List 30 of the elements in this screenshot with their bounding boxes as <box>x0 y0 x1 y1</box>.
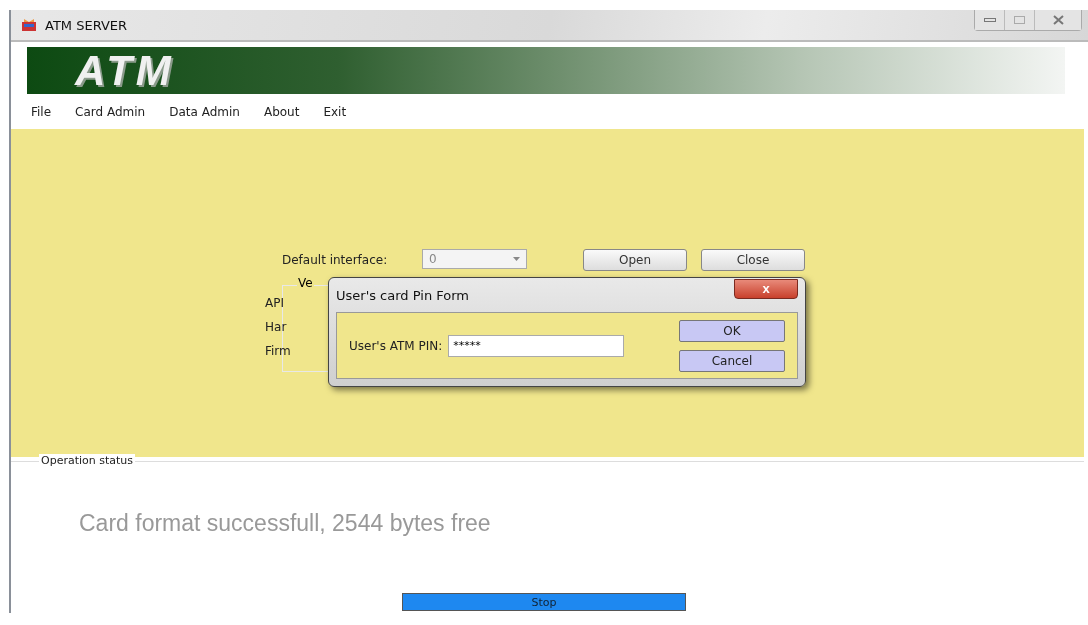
menu-item[interactable]: About <box>263 104 300 119</box>
menu-item[interactable]: Data Admin <box>169 104 240 119</box>
menu-item[interactable]: File <box>31 104 52 119</box>
menu-item[interactable]: Exit <box>323 104 347 119</box>
panel-button[interactable]: Open <box>583 249 687 271</box>
stop-button[interactable]: Stop <box>402 593 686 611</box>
panel-button[interactable]: Close <box>701 249 805 271</box>
close-button[interactable] <box>1035 10 1081 30</box>
dialog-title: User's card Pin Form <box>336 287 469 303</box>
dialog-close-button[interactable]: x <box>734 279 798 299</box>
interface-label: Default interface: <box>282 253 389 267</box>
dialog-button[interactable]: Cancel <box>679 349 785 372</box>
app-icon <box>21 18 37 32</box>
group-legend: Ve <box>297 276 314 290</box>
window-title: ATM SERVER <box>45 17 128 33</box>
menu-item[interactable]: Card Admin <box>75 104 146 119</box>
status-message: Card format successfull, 2544 bytes free <box>79 510 492 537</box>
status-legend: Operation status <box>39 454 136 467</box>
minimize-button[interactable] <box>975 10 1005 30</box>
dialog-button[interactable]: OK <box>679 319 785 342</box>
pin-field[interactable]: ***** <box>448 334 625 357</box>
field-label: Har <box>265 320 288 334</box>
maximize-icon <box>1014 16 1025 24</box>
pin-label: User's ATM PIN: <box>349 338 443 353</box>
minimize-icon <box>983 18 996 22</box>
maximize-button[interactable] <box>1005 10 1035 30</box>
field-label: API <box>265 296 285 310</box>
atm-logo: ATM <box>75 46 175 95</box>
close-icon <box>1052 15 1064 25</box>
dropdown-arrow-icon <box>513 257 520 261</box>
